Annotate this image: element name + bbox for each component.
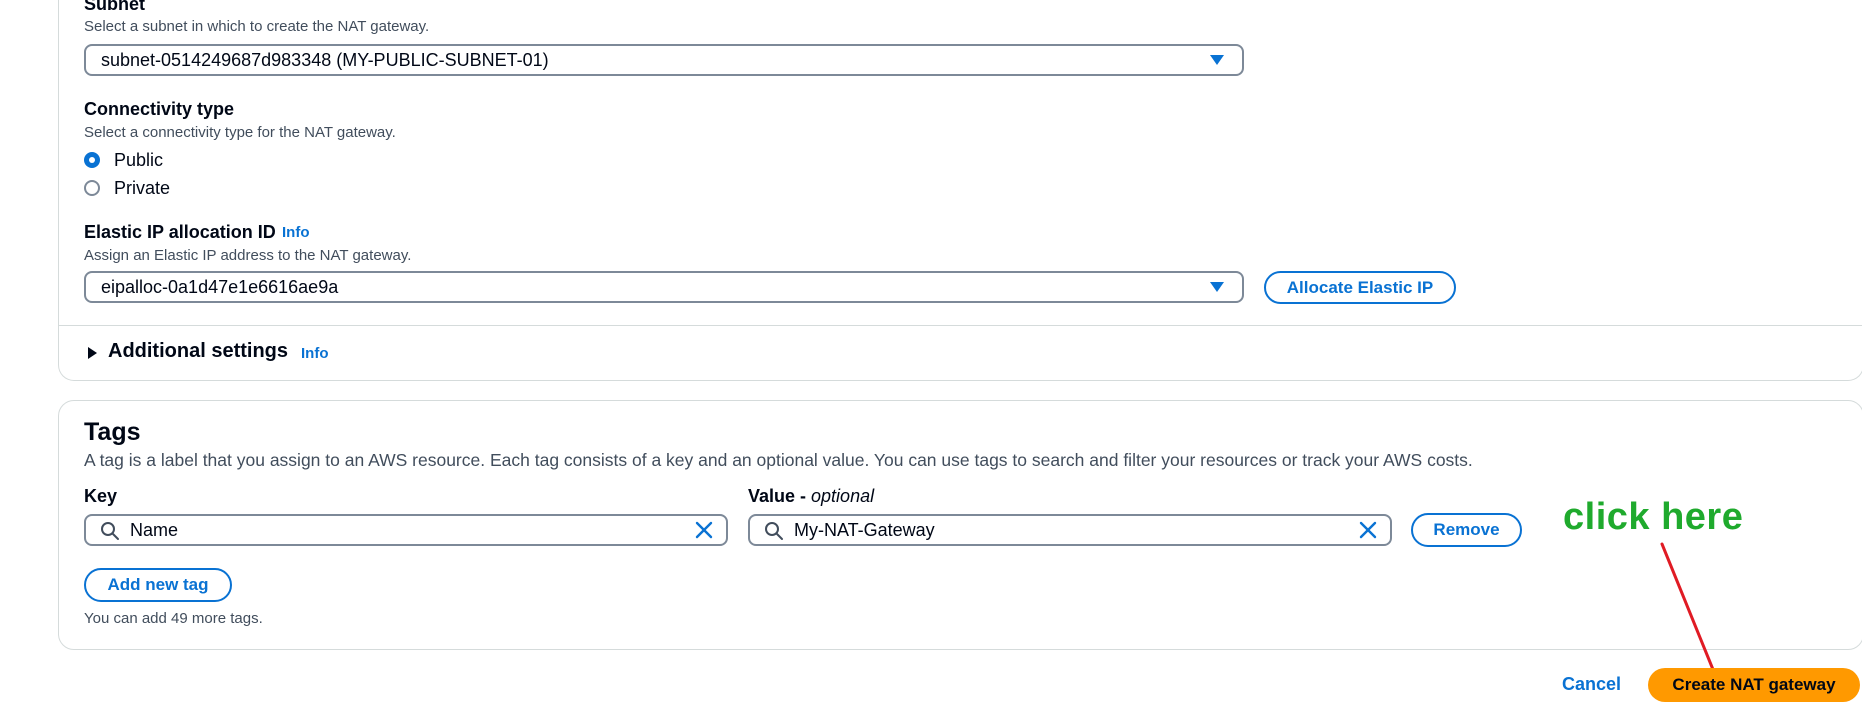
radio-private-label: Private <box>114 178 171 198</box>
allocate-elastic-ip-button[interactable]: Allocate Elastic IP <box>1264 271 1456 304</box>
clear-icon[interactable] <box>1358 520 1378 540</box>
subnet-label: Subnet <box>84 0 145 14</box>
radio-public[interactable] <box>84 152 100 168</box>
subnet-select-value: subnet-0514249687d983348 (MY-PUBLIC-SUBN… <box>101 50 549 70</box>
section-divider <box>58 325 1862 326</box>
tag-key-input[interactable]: Name <box>84 514 728 546</box>
cancel-button[interactable]: Cancel <box>1562 674 1621 695</box>
tags-title: Tags <box>84 418 141 446</box>
tag-key-value: Name <box>130 520 179 540</box>
radio-option-public[interactable]: Public <box>84 150 204 172</box>
tag-key-label: Key <box>84 486 118 506</box>
tags-description: A tag is a label that you assign to an A… <box>84 450 1473 470</box>
elastic-ip-label: Elastic IP allocation ID <box>84 222 276 242</box>
search-icon <box>765 522 783 540</box>
caret-down-icon <box>1210 282 1224 292</box>
elastic-ip-description: Assign an Elastic IP address to the NAT … <box>84 247 412 264</box>
tag-value-label-text: Value - <box>748 486 812 506</box>
remove-tag-button[interactable]: Remove <box>1411 513 1522 547</box>
connectivity-type-label: Connectivity type <box>84 99 235 119</box>
add-new-tag-button[interactable]: Add new tag <box>84 568 232 602</box>
elastic-ip-info-link[interactable]: Info <box>282 224 310 241</box>
tag-value-value: My-NAT-Gateway <box>794 520 935 540</box>
search-icon <box>101 522 119 540</box>
radio-public-label: Public <box>114 150 164 170</box>
radio-private[interactable] <box>84 180 100 196</box>
annotation-arrow <box>1660 542 1716 674</box>
additional-settings-label: Additional settings <box>108 340 288 362</box>
create-nat-gateway-button[interactable]: Create NAT gateway <box>1648 668 1860 702</box>
tag-value-label: Value - optional <box>748 486 874 507</box>
additional-settings-info-link[interactable]: Info <box>301 345 329 362</box>
elastic-ip-select-value: eipalloc-0a1d47e1e6616ae9a <box>101 277 339 297</box>
caret-down-icon <box>1210 55 1224 65</box>
elastic-ip-select[interactable]: eipalloc-0a1d47e1e6616ae9a <box>84 271 1244 303</box>
tag-value-optional: optional <box>811 486 875 506</box>
subnet-description: Select a subnet in which to create the N… <box>84 18 430 35</box>
connectivity-type-description: Select a connectivity type for the NAT g… <box>84 124 396 141</box>
expand-triangle-icon <box>88 347 97 359</box>
click-here-annotation: click here <box>1563 496 1744 538</box>
radio-option-private[interactable]: Private <box>84 178 204 200</box>
tag-value-input[interactable]: My-NAT-Gateway <box>748 514 1392 546</box>
subnet-select[interactable]: subnet-0514249687d983348 (MY-PUBLIC-SUBN… <box>84 44 1244 76</box>
clear-icon[interactable] <box>694 520 714 540</box>
tags-remaining-note: You can add 49 more tags. <box>84 610 263 627</box>
